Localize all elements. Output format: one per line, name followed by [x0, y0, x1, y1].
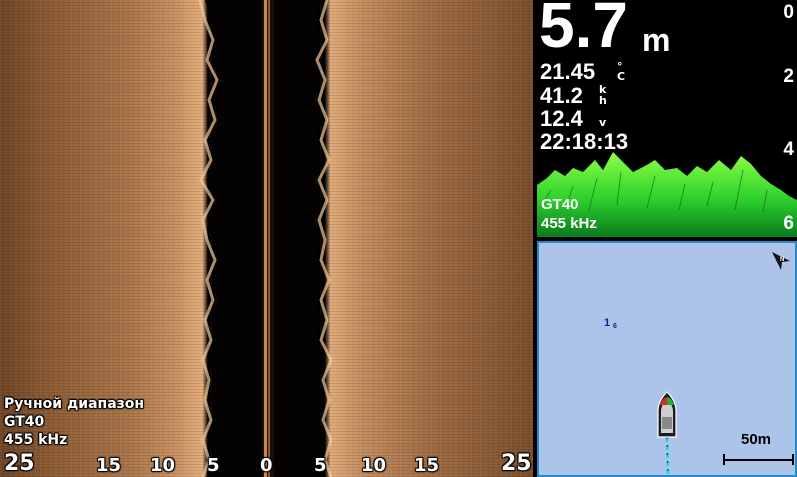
range-tick-left-10: 10: [150, 455, 176, 476]
voltage-unit: v: [599, 116, 607, 129]
sonar-transducer-label: GT40: [541, 196, 579, 213]
boat-icon: [657, 391, 677, 438]
centerline-bright: [264, 0, 267, 477]
sidevu-mode-label: Ручной диапазон: [4, 396, 145, 412]
water-temp-unit-c: C: [617, 70, 626, 83]
range-tick-left-5: 5: [207, 455, 220, 476]
depth-scale-4: 4: [783, 139, 794, 160]
voltage-readout: 12.4: [540, 106, 583, 131]
speed-readout: 41.2: [540, 83, 583, 108]
range-tick-left-15: 15: [96, 455, 122, 476]
depth-readout: 5.7: [539, 0, 628, 61]
map-scale-label: 50m: [741, 431, 772, 448]
range-tick-right-25: 25: [501, 451, 532, 476]
depth-unit: m: [642, 22, 671, 58]
range-tick-right-15: 15: [414, 455, 440, 476]
map-pane[interactable]: N 1 6 50m: [537, 241, 797, 477]
depth-scale-2: 2: [783, 66, 794, 87]
water-temp-readout: 21.45: [540, 59, 596, 84]
range-tick-right-5: 5: [314, 455, 327, 476]
range-tick-right-10: 10: [361, 455, 387, 476]
map-scale-bar: [723, 454, 794, 465]
time-readout: 22:18:13: [540, 129, 629, 154]
water-column-right-edge: [274, 0, 326, 477]
sonar-frequency-label: 455 kHz: [541, 215, 597, 232]
range-tick-left-25: 25: [4, 451, 35, 476]
sonar-pane[interactable]: 5.7 m 21.45 ° C 41.2 k h 12.4 v 22:18:13…: [537, 0, 797, 237]
depth-scale-0: 0: [783, 2, 794, 23]
sidevu-pane[interactable]: Ручной диапазон GT40 455 kHz 25 15 10 5 …: [0, 0, 533, 477]
centerline-dim: [268, 0, 270, 477]
boat-track: [665, 436, 670, 477]
sidevu-transducer-label: GT40: [4, 414, 45, 430]
depth-scale-6: 6: [783, 213, 794, 234]
speed-unit-h: h: [599, 94, 607, 107]
sidevu-frequency-label: 455 kHz: [4, 432, 68, 448]
range-tick-center-0: 0: [260, 455, 273, 476]
